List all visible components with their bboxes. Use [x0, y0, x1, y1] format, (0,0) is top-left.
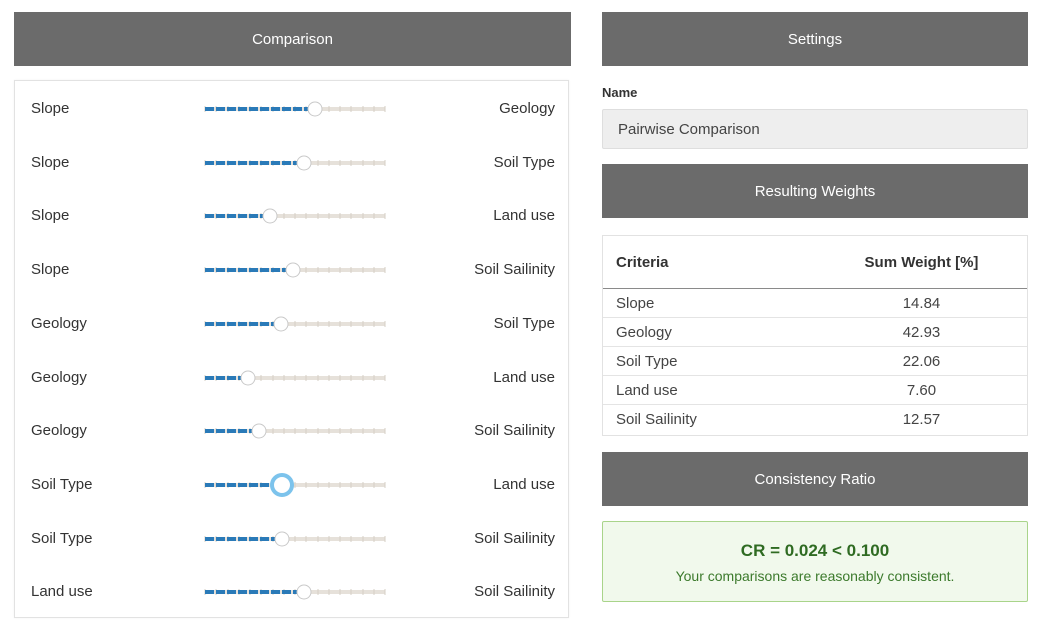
criterion-right-label: Geology [499, 100, 555, 117]
resulting-weights-panel: Criteria Sum Weight [%] Slope 14.84 Geol… [602, 235, 1028, 436]
consistency-ratio-header: Consistency Ratio [602, 452, 1028, 506]
weights-table-header-row: Criteria Sum Weight [%] [603, 236, 1027, 289]
resulting-weights-header: Resulting Weights [602, 164, 1028, 218]
comparison-slider[interactable] [204, 531, 386, 547]
criterion-right-label: Soil Sailinity [474, 261, 555, 279]
criterion-right-label: Land use [493, 207, 555, 225]
criterion-left-label: Slope [31, 153, 70, 171]
slider-handle [285, 262, 301, 278]
criterion-left-label: Slope [31, 100, 70, 117]
slider-handle [274, 531, 290, 547]
criterion-left-label: Slope [31, 261, 70, 279]
comparison-slider[interactable] [204, 472, 386, 497]
comparison-slider[interactable] [204, 370, 386, 386]
criterion-left-label: Slope [31, 207, 70, 225]
settings-header-title: Settings [787, 30, 843, 48]
comparison-row: Soil Type Land use [15, 472, 570, 497]
comparison-row: Soil Type Soil Sailinity [15, 527, 570, 551]
comparison-row: Land use Soil Sailinity [15, 580, 570, 604]
weight-cell: 14.84 [816, 288, 1027, 318]
criteria-cell: Soil Type [603, 346, 816, 376]
comparison-slider[interactable] [204, 262, 386, 278]
name-field[interactable] [602, 109, 1028, 149]
column-header-criteria: Criteria [603, 236, 816, 289]
criterion-left-label: Soil Type [31, 475, 93, 493]
criterion-right-label: Soil Type [493, 153, 555, 171]
criterion-right-label: Soil Sailinity [474, 529, 555, 547]
comparison-slider[interactable] [204, 101, 386, 117]
comparison-slider[interactable] [204, 316, 386, 332]
table-row: Soil Sailinity 12.57 [603, 405, 1027, 434]
comparison-row: Slope Soil Sailinity [15, 258, 570, 282]
comparison-row: Slope Geology [15, 97, 570, 121]
criterion-left-label: Geology [31, 314, 87, 332]
comparison-header: Comparison [14, 12, 571, 66]
criterion-right-label: Land use [493, 475, 555, 493]
slider-handle [262, 208, 278, 224]
criteria-cell: Slope [603, 288, 816, 318]
criterion-right-label: Soil Sailinity [474, 422, 555, 440]
weight-cell: 22.06 [816, 346, 1027, 376]
resulting-weights-title: Resulting Weights [754, 182, 876, 200]
criterion-left-label: Geology [31, 368, 87, 386]
criterion-left-label: Geology [31, 422, 87, 440]
name-label: Name [602, 85, 638, 100]
comparison-slider[interactable] [204, 584, 386, 600]
slider-handle [240, 370, 256, 385]
weights-table: Criteria Sum Weight [%] Slope 14.84 Geol… [603, 236, 1027, 433]
criteria-cell: Geology [603, 317, 816, 347]
column-header-sum-weight: Sum Weight [%] [816, 236, 1027, 289]
criteria-cell: Land use [603, 375, 816, 405]
table-row: Geology 42.93 [603, 317, 1027, 347]
comparison-header-title: Comparison [252, 30, 333, 48]
comparison-row: Slope Soil Type [15, 151, 570, 175]
table-row: Land use 7.60 [603, 375, 1027, 405]
slider-handle [307, 101, 323, 117]
comparison-row: Geology Soil Type [15, 312, 570, 336]
slider-handle [270, 472, 294, 497]
comparison-slider[interactable] [204, 423, 386, 439]
consistency-result-box: CR = 0.024 < 0.100 Your comparisons are … [602, 521, 1028, 602]
slider-handle [296, 584, 312, 600]
criterion-left-label: Soil Type [31, 529, 93, 547]
slider-handle [251, 423, 267, 439]
comparison-slider[interactable] [204, 208, 386, 224]
slider-handle [273, 316, 289, 332]
criterion-left-label: Land use [31, 583, 93, 601]
settings-header: Settings [602, 12, 1028, 66]
consistency-message: Your comparisons are reasonably consiste… [675, 568, 955, 584]
weight-cell: 12.57 [902, 410, 941, 428]
table-row: Soil Type 22.06 [603, 346, 1027, 376]
consistency-ratio-title: Consistency Ratio [754, 470, 876, 488]
criterion-right-label: Land use [493, 368, 555, 386]
comparison-row: Slope Land use [15, 204, 570, 228]
comparison-slider[interactable] [204, 155, 386, 171]
criteria-cell: Soil Sailinity [616, 410, 697, 428]
slider-handle [296, 155, 312, 171]
comparison-row: Geology Soil Sailinity [15, 419, 570, 443]
weight-cell: 42.93 [816, 317, 1027, 347]
table-row: Slope 14.84 [603, 288, 1027, 318]
comparison-panel: Slope Geology Slope Soil Type Slope Land use S… [14, 80, 569, 618]
criterion-right-label: Soil Type [493, 314, 555, 332]
comparison-row: Geology Land use [15, 366, 570, 390]
weight-cell: 7.60 [816, 375, 1027, 405]
criterion-right-label: Soil Sailinity [474, 583, 555, 601]
consistency-ratio-value: CR = 0.024 < 0.100 [740, 541, 890, 560]
